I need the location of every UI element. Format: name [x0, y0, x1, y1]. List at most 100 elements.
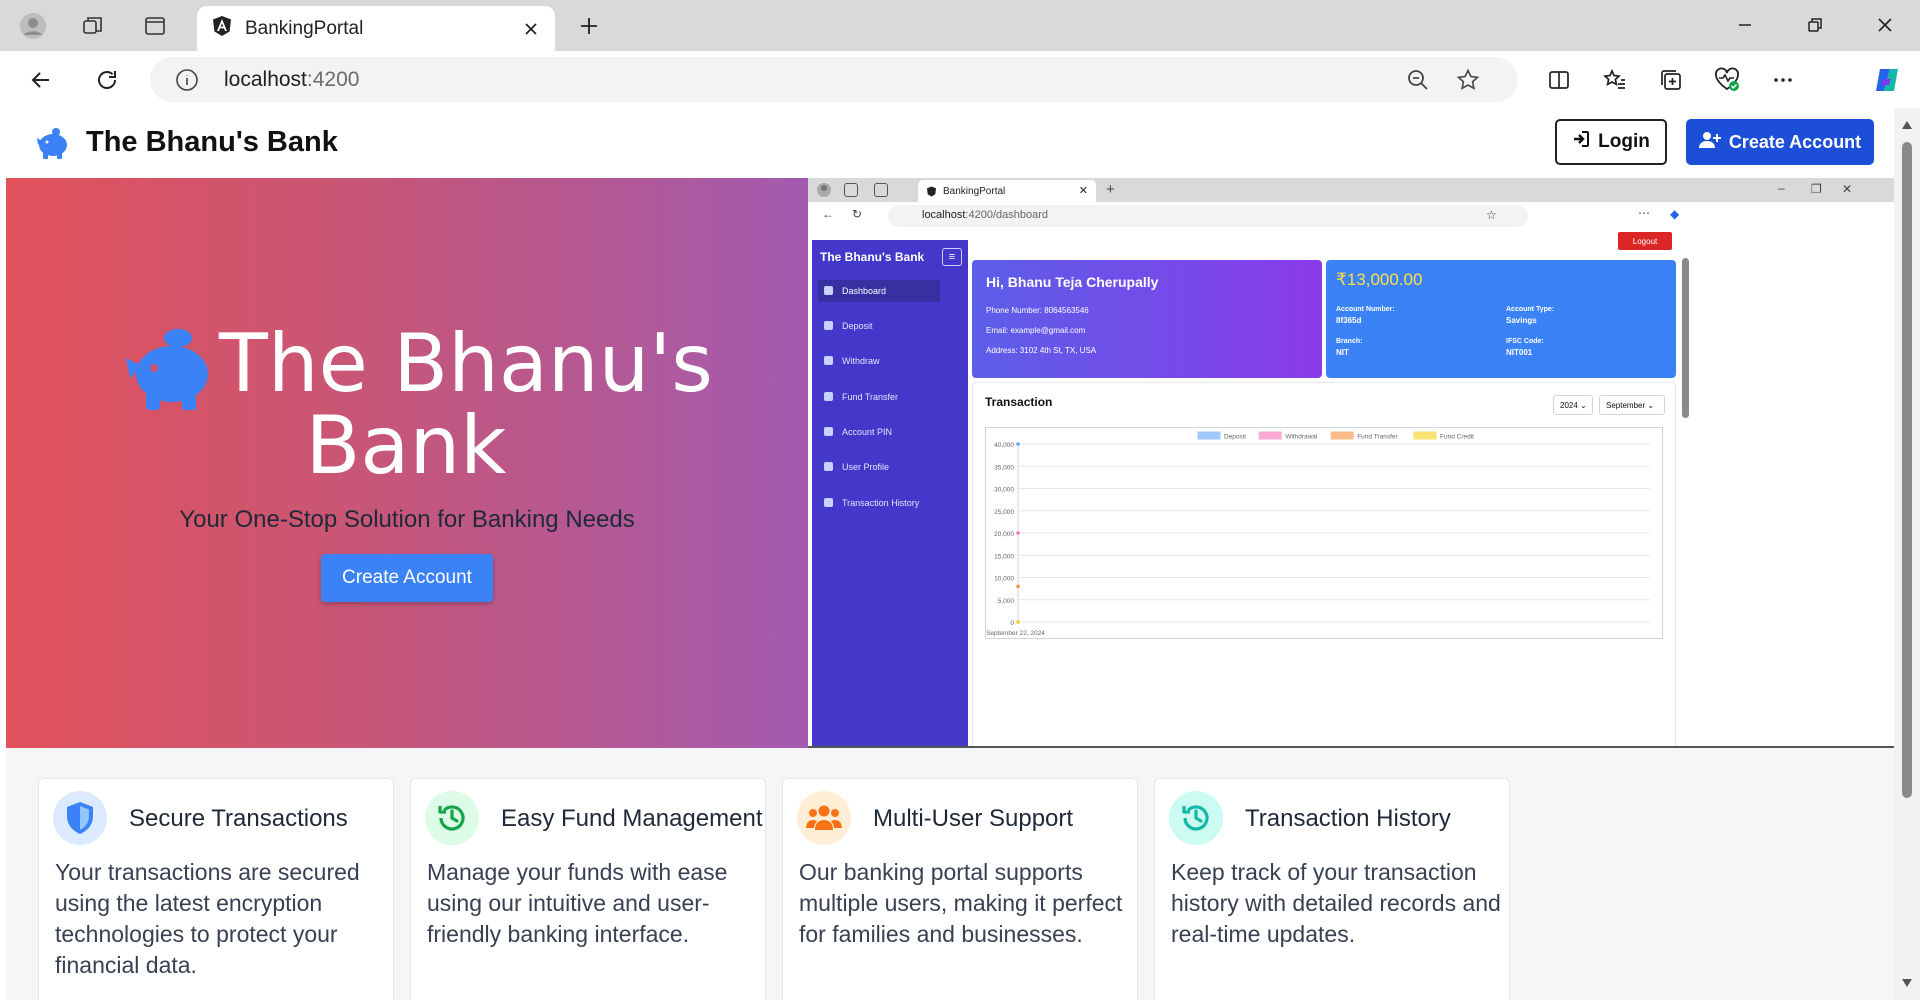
- feature-text: Keep track of your transaction history w…: [1171, 859, 1501, 947]
- preview-transaction-card: Transaction 2024 ⌄ September ⌄ 0 5,000 10,…: [972, 382, 1676, 746]
- preview-account-number-label: Account Number:: [1336, 306, 1395, 313]
- chart-y-tick-label: 10,000: [994, 576, 1014, 583]
- preview-transaction-chart: 0 5,000 10,000 15,000 20,000 25,000 30,000 35,0…: [985, 427, 1663, 639]
- create-account-button[interactable]: Create Account: [1686, 119, 1874, 165]
- preview-reload-icon: ↻: [852, 207, 863, 221]
- address-bar[interactable]: localhost:4200: [150, 57, 1518, 102]
- preview-menu-item: User Profile: [818, 456, 940, 478]
- preview-scrollbar-thumb: [1682, 258, 1689, 418]
- feature-text: Your transactions are secured using the …: [55, 859, 360, 978]
- chart-x-tick-label: September 22, 2024: [986, 630, 1045, 637]
- chart-y-tick-label: 5,000: [998, 598, 1015, 605]
- preview-withdraw-icon: [824, 356, 833, 365]
- preview-greeting: Hi, Bhanu Teja Cherupally: [986, 274, 1159, 290]
- preview-angular-icon: [927, 186, 936, 196]
- active-tab[interactable]: BankingPortal: [197, 6, 555, 51]
- preview-history-icon: [824, 498, 833, 507]
- workspaces-icon[interactable]: [78, 11, 108, 41]
- preview-logout-button: Logout: [1618, 232, 1672, 250]
- page-viewport: The Bhanu's Bank Login Create Account Th…: [6, 108, 1894, 1000]
- close-tab-icon[interactable]: [519, 17, 543, 41]
- chart-y-tick-label: 40,000: [994, 442, 1014, 449]
- copilot-icon[interactable]: [1870, 63, 1904, 97]
- hero-title-line1: The Bhanu's: [219, 317, 713, 410]
- more-options-icon[interactable]: [1766, 63, 1800, 97]
- hero-title-line2: Bank: [305, 399, 507, 492]
- preview-workspaces-icon: [844, 183, 858, 197]
- scroll-down-icon[interactable]: [1901, 978, 1913, 988]
- page-scrollbar[interactable]: [1894, 108, 1920, 1000]
- preview-copilot-icon: ◆: [1670, 207, 1680, 221]
- browser-tab-bar: BankingPortal: [0, 0, 1920, 51]
- chart-legend-swatch: [1197, 431, 1221, 440]
- chart-y-tick-label: 20,000: [994, 531, 1014, 538]
- preview-menu-label: Transaction History: [842, 498, 920, 508]
- preview-address-bar: ← ↻ localhost:4200/dashboard ☆ ⋯ ◆: [808, 202, 1894, 230]
- brand-name[interactable]: The Bhanu's Bank: [86, 126, 338, 159]
- hero-banner: The Bhanu's Bank Your One-Stop Solution …: [6, 178, 808, 748]
- favorites-icon[interactable]: [1598, 63, 1632, 97]
- preview-brand: The Bhanu's Bank: [820, 250, 925, 264]
- site-header: The Bhanu's Bank Login Create Account: [6, 108, 1894, 178]
- preview-logout-label: Logout: [1632, 236, 1658, 246]
- preview-tab-bar: BankingPortal ✕ + – ❐ ✕: [808, 178, 1894, 202]
- chart-y-tick-label: 0: [1010, 620, 1014, 627]
- chart-legend-label: Withdrawal: [1285, 434, 1318, 441]
- users-icon: [797, 791, 851, 845]
- vertical-tabs-icon[interactable]: [140, 11, 170, 41]
- chart-y-tick-label: 35,000: [994, 464, 1014, 471]
- preview-tabs-icon: [874, 183, 888, 197]
- preview-new-tab-icon: +: [1106, 181, 1115, 198]
- hero-create-account-button[interactable]: Create Account: [321, 554, 493, 602]
- preview-transfer-icon: [824, 392, 833, 401]
- preview-url-host: localhost: [922, 209, 966, 221]
- preview-menu-item: Dashboard: [818, 280, 940, 302]
- chart-data-point: [1016, 620, 1020, 624]
- preview-menu-item: Account PIN: [818, 421, 940, 443]
- zoom-out-icon[interactable]: [1404, 66, 1432, 94]
- restore-button[interactable]: [1798, 10, 1832, 40]
- feature-text: Our banking portal supports multiple use…: [799, 859, 1123, 947]
- preview-menu-label: Withdraw: [842, 356, 880, 366]
- feature-title: Secure Transactions: [129, 805, 348, 832]
- profile-icon[interactable]: [18, 11, 48, 41]
- sign-in-icon: [1572, 130, 1590, 154]
- preview-profile-card: Hi, Bhanu Teja Cherupally Phone Number: …: [972, 260, 1322, 378]
- preview-dashboard-icon: [824, 286, 833, 295]
- preview-menu-label: Fund Transfer: [842, 392, 899, 402]
- preview-branch-label: Branch:: [1336, 338, 1363, 345]
- preview-balance: ₹13,000.00: [1336, 270, 1423, 289]
- preview-close-icon: ✕: [1842, 182, 1853, 196]
- preview-address: Address: 3102 4th St, TX, USA: [986, 346, 1097, 355]
- new-tab-button[interactable]: [574, 11, 604, 41]
- preview-restore-icon: ❐: [1811, 182, 1822, 196]
- site-info-icon[interactable]: [174, 67, 200, 93]
- scrollbar-thumb[interactable]: [1902, 142, 1912, 798]
- chart-legend-swatch: [1330, 431, 1354, 440]
- collections-icon[interactable]: [1654, 63, 1688, 97]
- feature-card: Transaction History Keep track of your t…: [1154, 778, 1510, 1000]
- favorite-star-icon[interactable]: [1454, 66, 1482, 94]
- login-button[interactable]: Login: [1555, 119, 1667, 165]
- reload-button[interactable]: [90, 63, 124, 97]
- feature-title: Transaction History: [1245, 805, 1451, 832]
- back-button[interactable]: [24, 63, 58, 97]
- browser-essentials-icon[interactable]: [1710, 63, 1744, 97]
- feature-text: Manage your funds with ease using our in…: [427, 859, 728, 947]
- chart-canvas: 0 5,000 10,000 15,000 20,000 25,000 30,000 35,0…: [986, 431, 1650, 637]
- url-port: :4200: [306, 68, 360, 91]
- scroll-up-icon[interactable]: [1901, 120, 1913, 130]
- preview-year-select: 2024 ⌄: [1553, 395, 1593, 415]
- minimize-button[interactable]: [1728, 10, 1762, 40]
- url-text[interactable]: localhost:4200: [224, 68, 359, 92]
- preview-menu-label: Dashboard: [842, 286, 887, 296]
- login-label: Login: [1598, 131, 1650, 152]
- preview-more-icon: ⋯: [1638, 206, 1650, 220]
- close-window-button[interactable]: [1868, 10, 1902, 40]
- preview-branch: NIT: [1336, 348, 1349, 357]
- preview-tab: BankingPortal ✕: [918, 180, 1096, 202]
- split-screen-icon[interactable]: [1542, 63, 1576, 97]
- preview-sidebar: The Bhanu's Bank ≡ Dashboard Deposit Wit…: [812, 240, 968, 746]
- preview-ifsc: NIT001: [1506, 348, 1533, 357]
- preview-profile-icon: [817, 183, 831, 197]
